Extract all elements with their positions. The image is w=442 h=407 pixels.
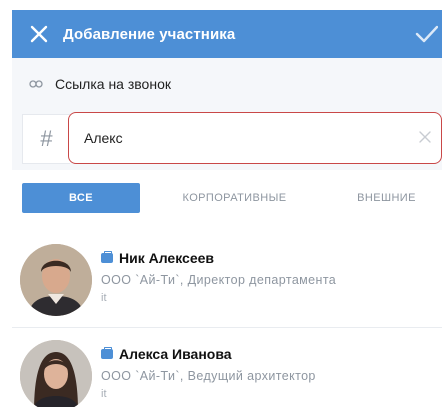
filter-tabs: ВСЕ КОРПОРАТИВНЫЕ ВНЕШНИЕ	[12, 170, 442, 226]
hash-prefix: #	[22, 114, 70, 164]
avatar	[20, 340, 92, 407]
avatar	[20, 244, 92, 316]
search-input[interactable]	[68, 112, 442, 164]
list-item[interactable]: Ник Алексеев ООО `Ай-Ти`, Директор депар…	[12, 232, 442, 327]
contact-name: Алекса Иванова	[119, 346, 232, 362]
search-bar: #	[12, 110, 442, 170]
contact-department: it	[101, 388, 107, 400]
avatar-photo	[20, 244, 92, 316]
contact-name: Ник Алексеев	[119, 250, 215, 266]
check-icon[interactable]	[414, 22, 438, 46]
call-link-row[interactable]: Ссылка на звонок	[12, 58, 442, 110]
contact-role: ООО `Ай-Ти`, Директор департамента	[101, 273, 337, 287]
briefcase-icon	[101, 347, 113, 359]
tab-all[interactable]: ВСЕ	[22, 183, 140, 213]
close-icon[interactable]	[28, 23, 50, 45]
avatar-photo	[20, 340, 92, 407]
tab-external[interactable]: ВНЕШНИЕ	[339, 183, 434, 213]
list-item[interactable]: Алекса Иванова ООО `Ай-Ти`, Ведущий архи…	[12, 327, 442, 407]
briefcase-icon	[101, 251, 113, 263]
clear-icon[interactable]	[418, 130, 432, 144]
contact-list: Ник Алексеев ООО `Ай-Ти`, Директор депар…	[12, 232, 442, 407]
link-icon	[29, 80, 43, 88]
tab-corporate[interactable]: КОРПОРАТИВНЫЕ	[162, 183, 307, 213]
contact-role: ООО `Ай-Ти`, Ведущий архитектор	[101, 369, 316, 383]
contact-department: it	[101, 292, 107, 304]
call-link-label[interactable]: Ссылка на звонок	[55, 76, 171, 92]
dialog-title: Добавление участника	[63, 25, 236, 43]
dialog-header: Добавление участника	[12, 10, 442, 58]
